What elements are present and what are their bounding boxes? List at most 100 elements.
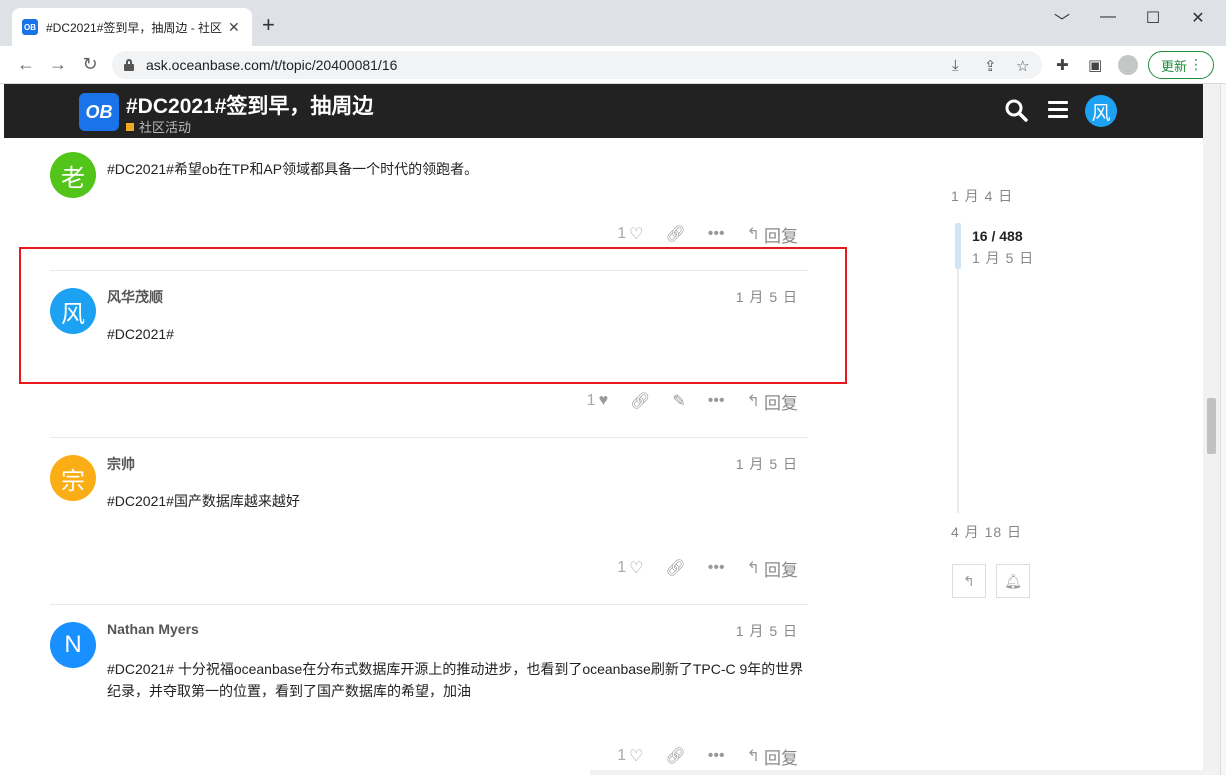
tab-title: #DC2021#签到早，抽周边 - 社区 bbox=[46, 20, 222, 35]
more-menu-icon[interactable]: ⋮ bbox=[1189, 56, 1203, 73]
timeline-current-date: 1 月 5 日 bbox=[972, 250, 1035, 266]
user-avatar[interactable]: 老 bbox=[50, 152, 96, 198]
reply-label: 回复 bbox=[764, 226, 798, 246]
install-icon[interactable]: ⤓ bbox=[952, 57, 959, 74]
post-username[interactable]: Nathan Myers bbox=[107, 621, 199, 637]
reply-arrow-icon: ↰ bbox=[746, 226, 760, 243]
post-divider bbox=[50, 604, 808, 605]
scrollbar-thumb[interactable] bbox=[1207, 398, 1216, 454]
reply-arrow-icon: ↰ bbox=[963, 572, 975, 589]
search-icon[interactable] bbox=[1004, 98, 1030, 124]
more-actions-icon[interactable]: ••• bbox=[708, 392, 725, 410]
current-user-avatar[interactable]: 风 bbox=[1085, 95, 1117, 127]
post-actions: 1 ♥ 🔗︎ ✎ ••• ↰ 回复 bbox=[565, 389, 798, 414]
heart-outline-icon: ♡ bbox=[629, 226, 644, 243]
user-avatar[interactable]: N bbox=[50, 622, 96, 668]
post-date[interactable]: 1 月 5 日 bbox=[736, 621, 798, 641]
address-bar[interactable]: ask.oceanbase.com/t/topic/20400081/16 ⤓ … bbox=[112, 51, 1042, 79]
site-logo[interactable]: OB bbox=[79, 93, 119, 131]
post-date[interactable]: 1 月 5 日 bbox=[736, 454, 798, 474]
tab-search-icon[interactable]: ﹀ bbox=[1047, 8, 1077, 32]
share-icon[interactable]: ⇪ bbox=[984, 57, 997, 75]
category-label: 社区活动 bbox=[139, 120, 192, 135]
maximize-button[interactable]: ☐ bbox=[1138, 8, 1168, 28]
reply-label: 回复 bbox=[764, 560, 798, 580]
profile-avatar-icon[interactable] bbox=[1118, 55, 1138, 75]
more-actions-icon[interactable]: ••• bbox=[708, 747, 725, 765]
update-label: 更新 bbox=[1161, 58, 1188, 74]
user-avatar[interactable]: 宗 bbox=[50, 455, 96, 501]
topic-title[interactable]: #DC2021#签到早，抽周边 bbox=[126, 90, 373, 120]
category-color-swatch bbox=[126, 122, 134, 131]
minimize-button[interactable]: — bbox=[1093, 8, 1123, 26]
reply-button[interactable]: ↰ 回复 bbox=[747, 222, 798, 247]
bookmark-star-icon[interactable]: ☆ bbox=[1016, 57, 1029, 75]
like-count: 1 bbox=[586, 392, 596, 409]
close-window-button[interactable]: ✕ bbox=[1183, 8, 1213, 28]
reply-arrow-icon: ↰ bbox=[746, 560, 760, 577]
extensions-icon[interactable]: ✚ bbox=[1056, 56, 1069, 74]
timeline-start-date[interactable]: 1 月 4 日 bbox=[951, 186, 1013, 206]
new-tab-button[interactable]: + bbox=[262, 14, 275, 36]
share-link-icon[interactable]: 🔗︎ bbox=[665, 224, 685, 244]
timeline-progress: 16 / 488 bbox=[972, 228, 1023, 244]
hamburger-menu-icon[interactable] bbox=[1048, 101, 1068, 119]
like-button[interactable]: 1 ♡ bbox=[617, 746, 643, 766]
like-count: 1 bbox=[617, 747, 627, 764]
browser-tab-bar: OB #DC2021#签到早，抽周边 - 社区 ✕ + ﹀ — ☐ ✕ bbox=[0, 0, 1226, 46]
category-badge[interactable]: 社区活动 bbox=[126, 117, 191, 136]
reply-button[interactable]: ↰ 回复 bbox=[747, 744, 798, 769]
update-button[interactable]: 更新 ⋮ bbox=[1148, 51, 1214, 79]
edit-pencil-icon[interactable]: ✎ bbox=[672, 391, 685, 411]
side-panel-icon[interactable]: ▣ bbox=[1088, 56, 1102, 74]
url-text[interactable]: ask.oceanbase.com/t/topic/20400081/16 bbox=[146, 57, 397, 73]
post-body: #DC2021#国产数据库越来越好 bbox=[107, 493, 300, 509]
post-divider bbox=[50, 437, 808, 438]
like-button[interactable]: 1 ♡ bbox=[617, 224, 643, 244]
heart-outline-icon: ♡ bbox=[629, 748, 644, 765]
background-window-strip bbox=[590, 770, 1220, 775]
reply-arrow-icon: ↰ bbox=[746, 748, 760, 765]
like-count: 1 bbox=[617, 225, 627, 242]
forward-icon[interactable]: → bbox=[46, 54, 70, 74]
browser-tab[interactable]: OB #DC2021#签到早，抽周边 - 社区 ✕ bbox=[12, 8, 252, 46]
post: 老 #DC2021#希望ob在TP和AP领域都具备一个时代的领跑者。 1 ♡ 🔗… bbox=[50, 150, 808, 250]
heart-outline-icon: ♡ bbox=[629, 560, 644, 577]
timeline-notification-button[interactable]: 🔔︎ bbox=[996, 564, 1030, 598]
reply-label: 回复 bbox=[764, 393, 798, 413]
more-actions-icon[interactable]: ••• bbox=[708, 559, 725, 577]
share-link-icon[interactable]: 🔗︎ bbox=[665, 746, 685, 766]
like-button[interactable]: 1 ♥ bbox=[587, 392, 608, 410]
like-button[interactable]: 1 ♡ bbox=[617, 558, 643, 578]
share-link-icon[interactable]: 🔗︎ bbox=[630, 391, 650, 411]
post: 宗 宗帅 1 月 5 日 #DC2021#国产数据库越来越好 1 ♡ 🔗︎ ••… bbox=[50, 453, 808, 583]
post-body: #DC2021# 十分祝福oceanbase在分布式数据库开源上的推动进步，也看… bbox=[107, 661, 804, 699]
like-count: 1 bbox=[617, 559, 627, 576]
reply-label: 回复 bbox=[764, 748, 798, 768]
site-header: OB #DC2021#签到早，抽周边 社区活动 风 bbox=[4, 84, 1203, 138]
lock-icon[interactable] bbox=[124, 59, 134, 71]
tab-favicon-icon: OB bbox=[22, 19, 38, 35]
window-edge bbox=[1220, 84, 1226, 775]
bell-icon: 🔔︎ bbox=[1004, 572, 1022, 589]
back-icon[interactable]: ← bbox=[14, 54, 38, 74]
post: N Nathan Myers 1 月 5 日 #DC2021# 十分祝福ocea… bbox=[50, 620, 808, 775]
timeline-end-date[interactable]: 4 月 18 日 bbox=[951, 522, 1022, 542]
reload-icon[interactable]: ↻ bbox=[78, 54, 102, 74]
reply-button[interactable]: ↰ 回复 bbox=[747, 389, 798, 414]
post-actions: 1 ♡ 🔗︎ ••• ↰ 回复 bbox=[595, 556, 798, 581]
highlight-annotation-box bbox=[19, 247, 847, 384]
post-username[interactable]: 宗帅 bbox=[107, 454, 135, 474]
reply-arrow-icon: ↰ bbox=[746, 393, 760, 410]
timeline-scroll-handle[interactable] bbox=[955, 223, 961, 269]
post-actions: 1 ♡ 🔗︎ ••• ↰ 回复 bbox=[595, 222, 798, 247]
tab-close-icon[interactable]: ✕ bbox=[228, 19, 240, 36]
page-scrollbar[interactable] bbox=[1203, 84, 1220, 771]
share-link-icon[interactable]: 🔗︎ bbox=[665, 558, 685, 578]
reply-button[interactable]: ↰ 回复 bbox=[747, 556, 798, 581]
timeline-reply-button[interactable]: ↰ bbox=[952, 564, 986, 598]
more-actions-icon[interactable]: ••• bbox=[708, 225, 725, 243]
post-body: #DC2021#希望ob在TP和AP领域都具备一个时代的领跑者。 bbox=[107, 161, 479, 177]
browser-toolbar: ← → ↻ ask.oceanbase.com/t/topic/20400081… bbox=[0, 46, 1226, 84]
post-actions: 1 ♡ 🔗︎ ••• ↰ 回复 bbox=[595, 744, 798, 769]
